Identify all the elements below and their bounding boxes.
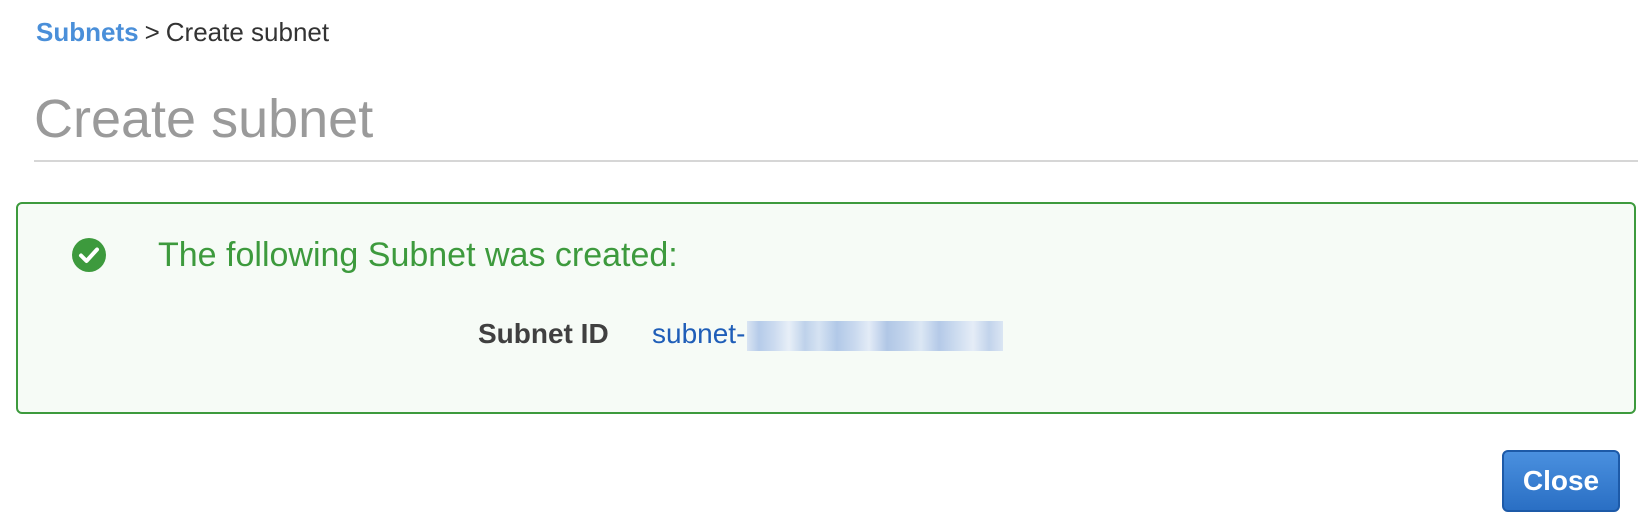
alert-heading: The following Subnet was created: [158, 236, 678, 274]
redacted-id-block [747, 320, 1004, 351]
breadcrumb-current: Create subnet [165, 17, 330, 47]
breadcrumb-separator: > [144, 17, 160, 47]
success-alert: The following Subnet was created: Subnet… [16, 202, 1636, 414]
breadcrumb: Subnets > Create subnet [36, 14, 329, 50]
page-title: Create subnet [34, 89, 374, 149]
breadcrumb-link-subnets[interactable]: Subnets [36, 17, 139, 47]
title-divider [34, 160, 1638, 162]
subnet-id-label: Subnet ID [478, 318, 609, 349]
subnet-id-value: subnet- [652, 318, 746, 349]
close-button[interactable]: Close [1502, 450, 1620, 512]
check-circle-icon [72, 238, 106, 272]
subnet-id-link[interactable]: subnet- [652, 316, 1004, 352]
